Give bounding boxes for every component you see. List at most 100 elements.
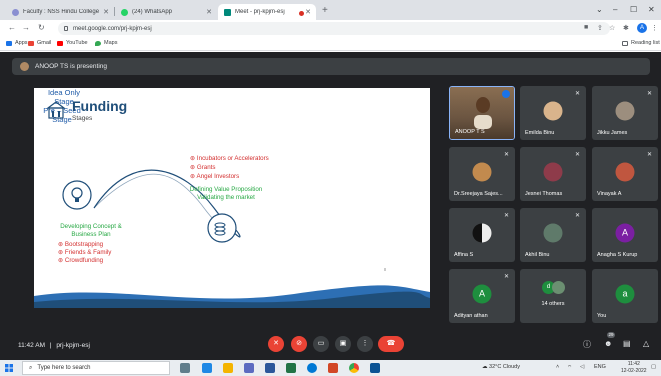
participant-avatar <box>543 101 563 121</box>
leave-call-button[interactable]: ☎ <box>378 336 404 352</box>
maximize-icon[interactable]: ☐ <box>630 5 637 14</box>
system-clock[interactable]: 11:42 12-02-2022 <box>621 361 647 374</box>
tab-whatsapp[interactable]: (24) WhatsApp ✕ <box>115 4 217 20</box>
activities-icon[interactable]: △ <box>643 339 649 348</box>
share-icon[interactable]: ⇪ <box>597 24 603 32</box>
back-icon[interactable]: ← <box>8 23 16 32</box>
participant-tile[interactable]: ✕ Affina S <box>449 208 515 262</box>
participant-name: You <box>597 313 607 319</box>
edge-icon[interactable] <box>307 363 317 373</box>
close-icon[interactable]: ✕ <box>305 8 311 16</box>
tab-faculty[interactable]: Faculty : NSS Hindu College ✕ <box>6 4 114 20</box>
separator: | <box>49 342 52 349</box>
participant-avatar <box>543 162 563 182</box>
windows-start-icon[interactable] <box>5 364 13 372</box>
camera-indicator-icon[interactable]: ■ <box>584 24 588 31</box>
file-explorer-icon[interactable] <box>223 363 233 373</box>
profile-avatar[interactable]: A <box>637 23 647 33</box>
taskbar-search[interactable]: ⌕ Type here to search <box>22 361 170 375</box>
browser-tab-strip: Faculty : NSS Hindu College ✕ (24) Whats… <box>0 0 661 20</box>
word-icon[interactable] <box>265 363 275 373</box>
excel-icon[interactable] <box>286 363 296 373</box>
participant-tile[interactable]: ✕ Dr.Sreejaya Sajes... <box>449 147 515 201</box>
participant-tile[interactable]: ✕ Emilda Binu <box>520 86 586 140</box>
participant-tile[interactable]: A Anagha S Kurup <box>592 208 658 262</box>
bookmark-apps[interactable]: Apps <box>6 40 28 46</box>
phone-hangup-icon: ☎ <box>386 340 396 347</box>
bookmark-gmail[interactable]: Gmail <box>28 40 51 46</box>
reload-icon[interactable]: ↻ <box>38 23 45 32</box>
people-icon[interactable]: ☻ <box>604 339 612 348</box>
mic-off-icon: ✕ <box>574 213 580 219</box>
meet-window: ANOOP TS is presenting Funding Stages Id… <box>0 52 661 360</box>
more-vert-icon: ⋮ <box>361 340 369 347</box>
captions-button[interactable]: ▭ <box>313 336 329 352</box>
menu-icon[interactable]: ⋮ <box>651 24 658 32</box>
presenter-figure <box>474 97 492 129</box>
tray-up-icon[interactable]: ˄ <box>556 364 559 370</box>
participant-tile-presenter[interactable]: ANOOP T S <box>449 86 515 140</box>
chrome-icon[interactable] <box>349 363 359 373</box>
faculty-favicon-icon <box>12 8 19 16</box>
powerpoint-icon[interactable] <box>328 363 338 373</box>
participant-avatar <box>543 223 563 243</box>
bookmark-youtube[interactable]: YouTube <box>57 40 88 46</box>
participant-tile[interactable]: ✕ Vinayak A <box>592 147 658 201</box>
mic-off-icon: ✕ <box>503 152 509 158</box>
self-tile[interactable]: a You <box>592 269 658 323</box>
close-icon[interactable]: ✕ <box>206 8 212 16</box>
weather-widget[interactable]: ☁ 32°C Cloudy <box>482 364 520 370</box>
app-icon[interactable] <box>202 363 212 373</box>
new-tab-button[interactable]: + <box>322 6 328 16</box>
coins-stack-icon <box>207 213 237 243</box>
participant-avatar: A <box>472 284 492 304</box>
chevron-down-icon[interactable]: ⌄ <box>596 5 603 14</box>
close-icon[interactable]: ✕ <box>103 8 109 16</box>
mic-off-icon: ✕ <box>503 213 509 219</box>
chat-icon[interactable]: ▤ <box>623 339 631 348</box>
participant-name: Affina S <box>454 252 474 258</box>
notifications-icon[interactable]: ▢ <box>651 364 656 370</box>
others-avatar <box>552 281 565 294</box>
network-icon[interactable]: ⌔ <box>567 364 572 371</box>
mic-off-icon: ✕ <box>646 91 652 97</box>
mic-off-icon: ✕ <box>273 340 279 347</box>
participant-tile[interactable]: ✕ Jesnei Thomas <box>520 147 586 201</box>
more-options-button[interactable]: ⋮ <box>357 336 373 352</box>
participant-avatar <box>472 162 492 182</box>
window-close-icon[interactable]: ✕ <box>648 5 655 14</box>
extensions-icon[interactable]: ✱ <box>623 24 629 32</box>
meet-icon <box>224 8 231 16</box>
volume-icon[interactable]: ◁ <box>580 364 584 370</box>
concept-item: ⊛ Friends & Family <box>58 249 112 256</box>
participant-tile[interactable]: ✕ A Adityan athan <box>449 269 515 323</box>
weather-icon: ☁ <box>482 364 488 370</box>
language-indicator[interactable]: ENG <box>594 364 606 370</box>
present-button[interactable]: ▣ <box>335 336 351 352</box>
participant-name: Emilda Binu <box>525 130 555 136</box>
task-view-icon[interactable] <box>180 363 190 373</box>
minimize-icon[interactable]: – <box>613 5 617 14</box>
participant-tile[interactable]: ✕ Akhil Binu <box>520 208 586 262</box>
star-icon[interactable]: ☆ <box>609 24 615 32</box>
address-bar[interactable]: meet.google.com/prj-kpjm-esj <box>58 22 610 35</box>
forward-icon[interactable]: → <box>22 23 30 32</box>
app-icon[interactable] <box>244 363 254 373</box>
participant-tile[interactable]: ✕ Jikku James <box>592 86 658 140</box>
others-tile[interactable]: d 14 others <box>520 269 586 323</box>
others-avatars: d <box>542 281 566 295</box>
slide-wave-decoration <box>34 285 430 308</box>
concept-item: ⊛ Crowdfunding <box>58 257 104 264</box>
maps-pin-icon <box>95 40 101 46</box>
info-icon[interactable]: ⓘ <box>583 339 591 350</box>
clock-date: 12-02-2022 <box>621 367 647 374</box>
mic-off-icon: ✕ <box>646 152 652 158</box>
camera-toggle-button[interactable]: ⊘ <box>291 336 307 352</box>
bookmark-maps[interactable]: Maps <box>95 40 117 46</box>
reading-list[interactable]: Reading list <box>622 40 660 46</box>
zoom-icon[interactable] <box>370 363 380 373</box>
mic-toggle-button[interactable]: ✕ <box>268 336 284 352</box>
mic-off-icon: ✕ <box>574 91 580 97</box>
meeting-code: prj-kpjm-esj <box>56 342 90 349</box>
bookmark-label: Apps <box>15 40 28 46</box>
